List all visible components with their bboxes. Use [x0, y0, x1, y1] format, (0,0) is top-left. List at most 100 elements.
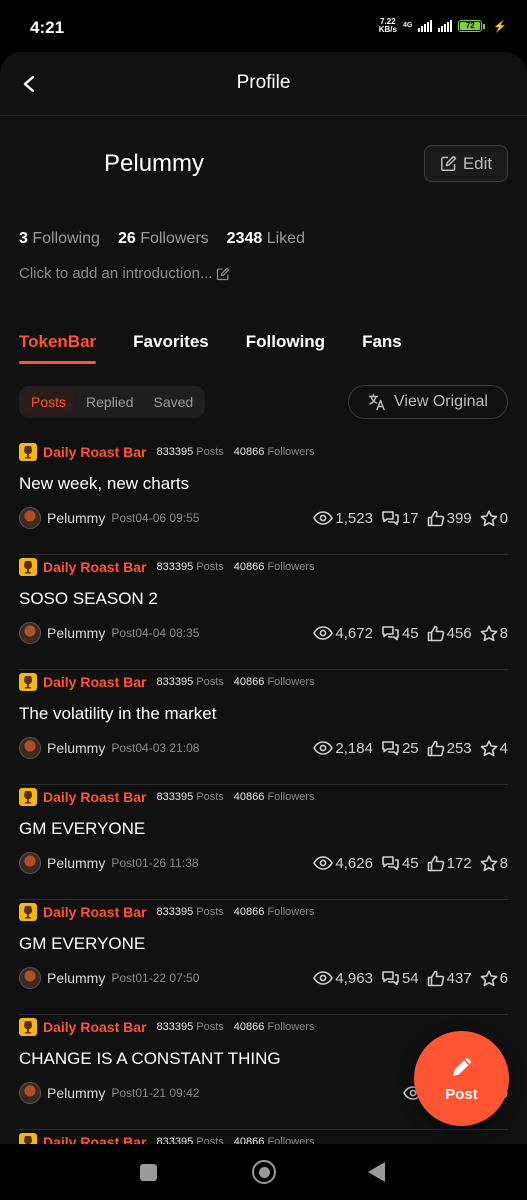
bar-post-count: 833395 Posts	[156, 676, 224, 688]
bar-avatar	[19, 1133, 37, 1144]
introduction-placeholder: Click to add an introduction...	[19, 265, 213, 282]
post-author: Pelummy	[47, 970, 106, 986]
post-title[interactable]: GM EVERYONE	[19, 934, 145, 954]
post-item[interactable]: Daily Roast Bar 833395 Posts 40866 Follo…	[19, 440, 508, 555]
post-title[interactable]: New week, new charts	[19, 474, 189, 494]
bar-avatar	[19, 673, 37, 691]
comment-count[interactable]: 45	[381, 625, 419, 642]
like-count[interactable]: 456	[427, 625, 472, 642]
post-timestamp: Post01-26 11:38	[111, 856, 199, 870]
tab-favorites[interactable]: Favorites	[133, 332, 209, 364]
following-stat[interactable]: 3 Following	[19, 230, 100, 248]
bar-name[interactable]: Daily Roast Bar	[43, 904, 146, 920]
filter-posts[interactable]: Posts	[23, 389, 75, 415]
comment-count[interactable]: 45	[381, 855, 419, 872]
post-title[interactable]: The volatility in the market	[19, 704, 216, 724]
bar-avatar-icon	[24, 906, 32, 919]
post-author: Pelummy	[47, 740, 106, 756]
post-footer: Pelummy Post01-26 11:38 4,626 45 172 8	[19, 851, 508, 875]
avatar	[19, 622, 41, 644]
favorite-count[interactable]: 0	[480, 510, 508, 527]
post-timestamp: Post01-21 09:42	[111, 1086, 200, 1100]
post-metrics: 4,672 45 456 8	[313, 625, 508, 642]
post-item[interactable]: Daily Roast Bar 833395 Posts 40866 Follo…	[19, 555, 508, 670]
bar-avatar	[19, 443, 37, 461]
post-bar-info: Daily Roast Bar 833395 Posts 40866 Follo…	[19, 903, 315, 921]
bar-post-count: 833395 Posts	[156, 1021, 224, 1033]
tab-tokenbar[interactable]: TokenBar	[19, 332, 97, 364]
bar-follower-count: 40866 Followers	[233, 791, 315, 803]
bar-follower-count: 40866 Followers	[233, 561, 315, 573]
bar-name[interactable]: Daily Roast Bar	[43, 444, 146, 460]
bar-follower-count: 40866 Followers	[233, 1021, 315, 1033]
view-count: 1,523	[313, 510, 373, 527]
tab-following[interactable]: Following	[246, 332, 325, 364]
like-count[interactable]: 253	[427, 740, 472, 757]
bar-avatar-icon	[24, 446, 32, 459]
bar-avatar	[19, 1018, 37, 1036]
filter-replied[interactable]: Replied	[78, 389, 141, 415]
post-footer: Pelummy Post04-06 09:55 1,523 17 399 0	[19, 506, 508, 530]
translate-icon	[368, 393, 385, 411]
avatar	[19, 737, 41, 759]
bar-follower-count: 40866 Followers	[233, 1136, 315, 1144]
comment-count[interactable]: 54	[381, 970, 419, 987]
post-title[interactable]: SOSO SEASON 2	[19, 589, 158, 609]
eye-icon	[313, 971, 334, 985]
thumbs-up-icon	[427, 740, 444, 756]
post-title[interactable]: CHANGE IS A CONSTANT THING	[19, 1049, 281, 1069]
avatar	[19, 967, 41, 989]
filter-saved[interactable]: Saved	[146, 389, 202, 415]
post-item[interactable]: Daily Roast Bar 833395 Posts 40866 Follo…	[19, 900, 508, 1015]
bar-avatar-icon	[24, 676, 32, 689]
post-author: Pelummy	[47, 1085, 106, 1101]
pencil-square-icon	[217, 267, 230, 280]
view-count: 4,672	[313, 625, 373, 642]
thumbs-up-icon	[427, 510, 444, 526]
system-nav-bar	[0, 1144, 527, 1200]
post-metrics: 4,963 54 437 6	[313, 970, 508, 987]
favorite-count[interactable]: 8	[480, 625, 508, 642]
status-icons: 7.22 KB/s 4G 72 ⚡	[379, 18, 507, 34]
post-metrics: 1,523 17 399 0	[313, 510, 508, 527]
create-post-button[interactable]: Post	[414, 1031, 509, 1126]
tab-fans[interactable]: Fans	[362, 332, 402, 364]
bar-name[interactable]: Daily Roast Bar	[43, 674, 146, 690]
post-timestamp: Post01-22 07:50	[111, 971, 200, 985]
edit-profile-button[interactable]: Edit	[424, 145, 508, 182]
home-button[interactable]	[252, 1160, 276, 1184]
post-footer: Pelummy Post04-04 08:35 4,672 45 456 8	[19, 621, 508, 645]
post-timestamp: Post04-04 08:35	[111, 626, 200, 640]
pencil-icon	[452, 1057, 471, 1076]
bar-name[interactable]: Daily Roast Bar	[43, 559, 146, 575]
status-bar: 4:21 7.22 KB/s 4G 72 ⚡	[0, 0, 527, 52]
profile-stats: 3 Following 26 Followers 2348 Liked	[19, 230, 305, 248]
post-title[interactable]: GM EVERYONE	[19, 819, 145, 839]
bar-name[interactable]: Daily Roast Bar	[43, 789, 146, 805]
introduction-field[interactable]: Click to add an introduction...	[19, 265, 230, 282]
chat-bubbles-icon	[382, 625, 399, 640]
post-footer: Pelummy Post04-03 21:08 2,184 25 253 4	[19, 736, 508, 760]
like-count[interactable]: 437	[427, 970, 472, 987]
system-back-button[interactable]	[368, 1162, 385, 1182]
bar-post-count: 833395 Posts	[156, 1136, 224, 1144]
recent-apps-button[interactable]	[140, 1164, 157, 1181]
post-item[interactable]: Daily Roast Bar 833395 Posts 40866 Follo…	[19, 1130, 508, 1144]
post-bar-info: Daily Roast Bar 833395 Posts 40866 Follo…	[19, 1133, 315, 1144]
post-filter: Posts Replied Saved	[19, 386, 206, 418]
favorite-count[interactable]: 8	[480, 855, 508, 872]
post-item[interactable]: Daily Roast Bar 833395 Posts 40866 Follo…	[19, 785, 508, 900]
like-count[interactable]: 172	[427, 855, 472, 872]
avatar	[19, 1082, 41, 1104]
comment-count[interactable]: 25	[381, 740, 419, 757]
favorite-count[interactable]: 4	[480, 740, 508, 757]
bar-name[interactable]: Daily Roast Bar	[43, 1019, 146, 1035]
favorite-count[interactable]: 6	[480, 970, 508, 987]
like-count[interactable]: 399	[427, 510, 472, 527]
bar-name[interactable]: Daily Roast Bar	[43, 1134, 146, 1144]
view-original-button[interactable]: View Original	[348, 385, 508, 419]
bar-avatar-icon	[24, 791, 32, 804]
comment-count[interactable]: 17	[381, 510, 419, 527]
followers-stat[interactable]: 26 Followers	[118, 230, 209, 248]
post-item[interactable]: Daily Roast Bar 833395 Posts 40866 Follo…	[19, 670, 508, 785]
